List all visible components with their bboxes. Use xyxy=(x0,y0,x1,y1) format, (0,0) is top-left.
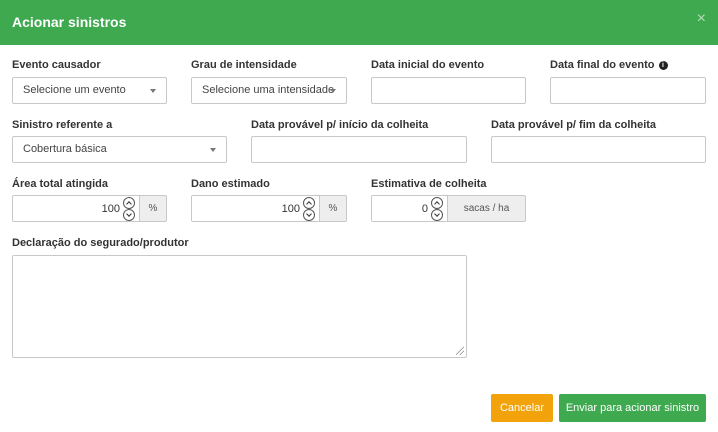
chevron-up-icon[interactable] xyxy=(303,197,315,209)
dano-estimado-spinner[interactable] xyxy=(303,197,315,221)
caret-down-icon xyxy=(150,89,156,93)
area-total-unit: % xyxy=(139,195,167,222)
modal-title: Acionar sinistros xyxy=(12,14,127,30)
estimativa-colheita-spinner[interactable] xyxy=(431,197,443,221)
grau-intensidade-label: Grau de intensidade xyxy=(191,59,297,71)
data-fim-colheita-input[interactable] xyxy=(491,136,706,163)
close-icon[interactable]: × xyxy=(697,10,706,28)
dano-estimado-unit: % xyxy=(319,195,347,222)
declaracao-label: Declaração do segurado/produtor xyxy=(12,237,189,249)
estimativa-colheita-value: 0 xyxy=(421,203,428,215)
sinistro-referente-value: Cobertura básica xyxy=(23,143,107,155)
grau-intensidade-select[interactable]: Selecione uma intensidade xyxy=(191,77,347,104)
data-inicial-input[interactable] xyxy=(371,77,526,104)
cancel-button[interactable]: Cancelar xyxy=(491,394,553,422)
resize-grip-icon[interactable] xyxy=(456,347,464,355)
chevron-up-icon[interactable] xyxy=(123,197,135,209)
evento-causador-select[interactable]: Selecione um evento xyxy=(12,77,167,104)
chevron-down-icon[interactable] xyxy=(431,209,443,221)
chevron-down-icon[interactable] xyxy=(123,209,135,221)
grau-intensidade-placeholder: Selecione uma intensidade xyxy=(202,84,335,96)
data-final-label: Data final do evento i xyxy=(550,59,668,71)
data-inicio-colheita-input[interactable] xyxy=(251,136,467,163)
evento-causador-placeholder: Selecione um evento xyxy=(23,84,126,96)
data-final-input[interactable] xyxy=(550,77,706,104)
area-total-spinner[interactable] xyxy=(123,197,135,221)
sinistro-referente-select[interactable]: Cobertura básica xyxy=(12,136,227,163)
data-final-label-text: Data final do evento xyxy=(550,59,655,71)
sinistro-referente-label: Sinistro referente a xyxy=(12,119,113,131)
evento-causador-label: Evento causador xyxy=(12,59,101,71)
data-inicio-colheita-label: Data provável p/ início da colheita xyxy=(251,119,429,131)
dano-estimado-label: Dano estimado xyxy=(191,178,270,190)
area-total-value: 100 xyxy=(101,203,120,215)
dano-estimado-value: 100 xyxy=(281,203,300,215)
caret-down-icon xyxy=(210,148,216,152)
declaracao-textarea[interactable] xyxy=(12,255,467,358)
estimativa-colheita-input[interactable]: 0 xyxy=(371,195,448,222)
modal-header: Acionar sinistros × xyxy=(0,0,718,45)
chevron-down-icon[interactable] xyxy=(303,209,315,221)
submit-button[interactable]: Enviar para acionar sinistro xyxy=(559,394,706,422)
area-total-label: Área total atingida xyxy=(12,178,108,190)
chevron-up-icon[interactable] xyxy=(431,197,443,209)
estimativa-colheita-label: Estimativa de colheita xyxy=(371,178,487,190)
dano-estimado-input[interactable]: 100 xyxy=(191,195,320,222)
data-fim-colheita-label: Data provável p/ fim da colheita xyxy=(491,119,657,131)
area-total-input[interactable]: 100 xyxy=(12,195,140,222)
info-icon[interactable]: i xyxy=(658,61,668,70)
data-inicial-label: Data inicial do evento xyxy=(371,59,485,71)
caret-down-icon xyxy=(330,89,336,93)
estimativa-colheita-unit: sacas / ha xyxy=(447,195,526,222)
